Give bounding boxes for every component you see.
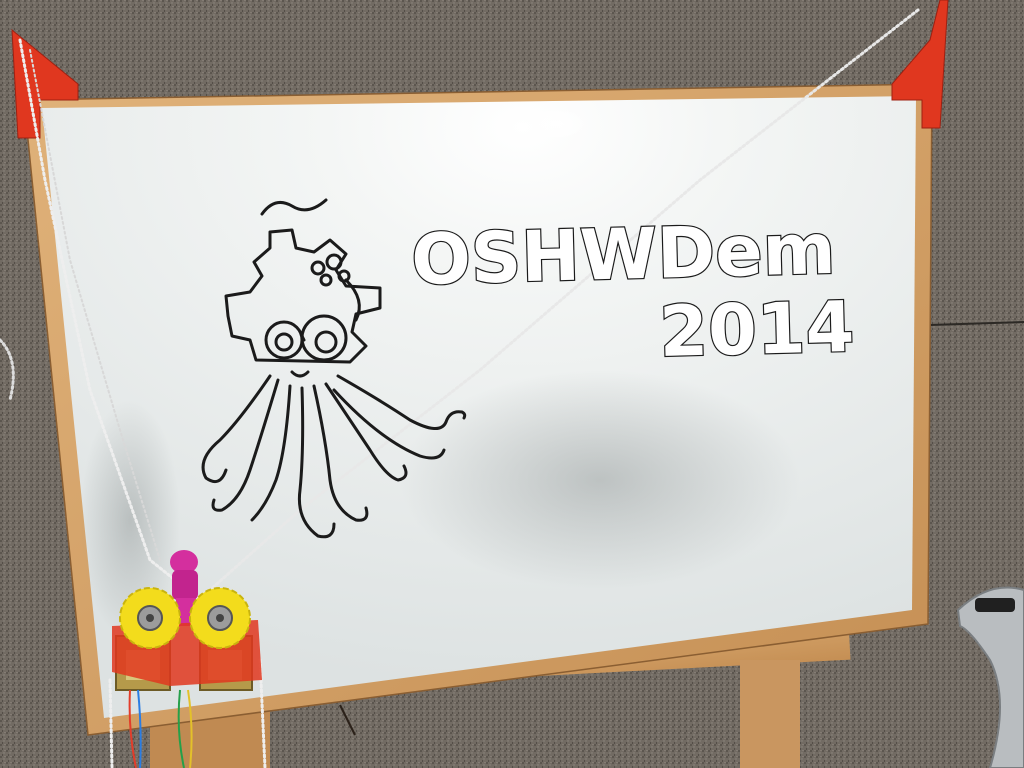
photo-scene: OSHWDem 2014 — [0, 0, 1024, 768]
yellow-gear-left — [119, 587, 181, 649]
board-shadow — [400, 370, 800, 590]
yellow-gear-right — [189, 587, 251, 649]
light-glare — [522, 106, 590, 142]
board-text-line-2: 2014 — [658, 286, 855, 373]
board-text-line-1: OSHWDem — [410, 208, 836, 301]
